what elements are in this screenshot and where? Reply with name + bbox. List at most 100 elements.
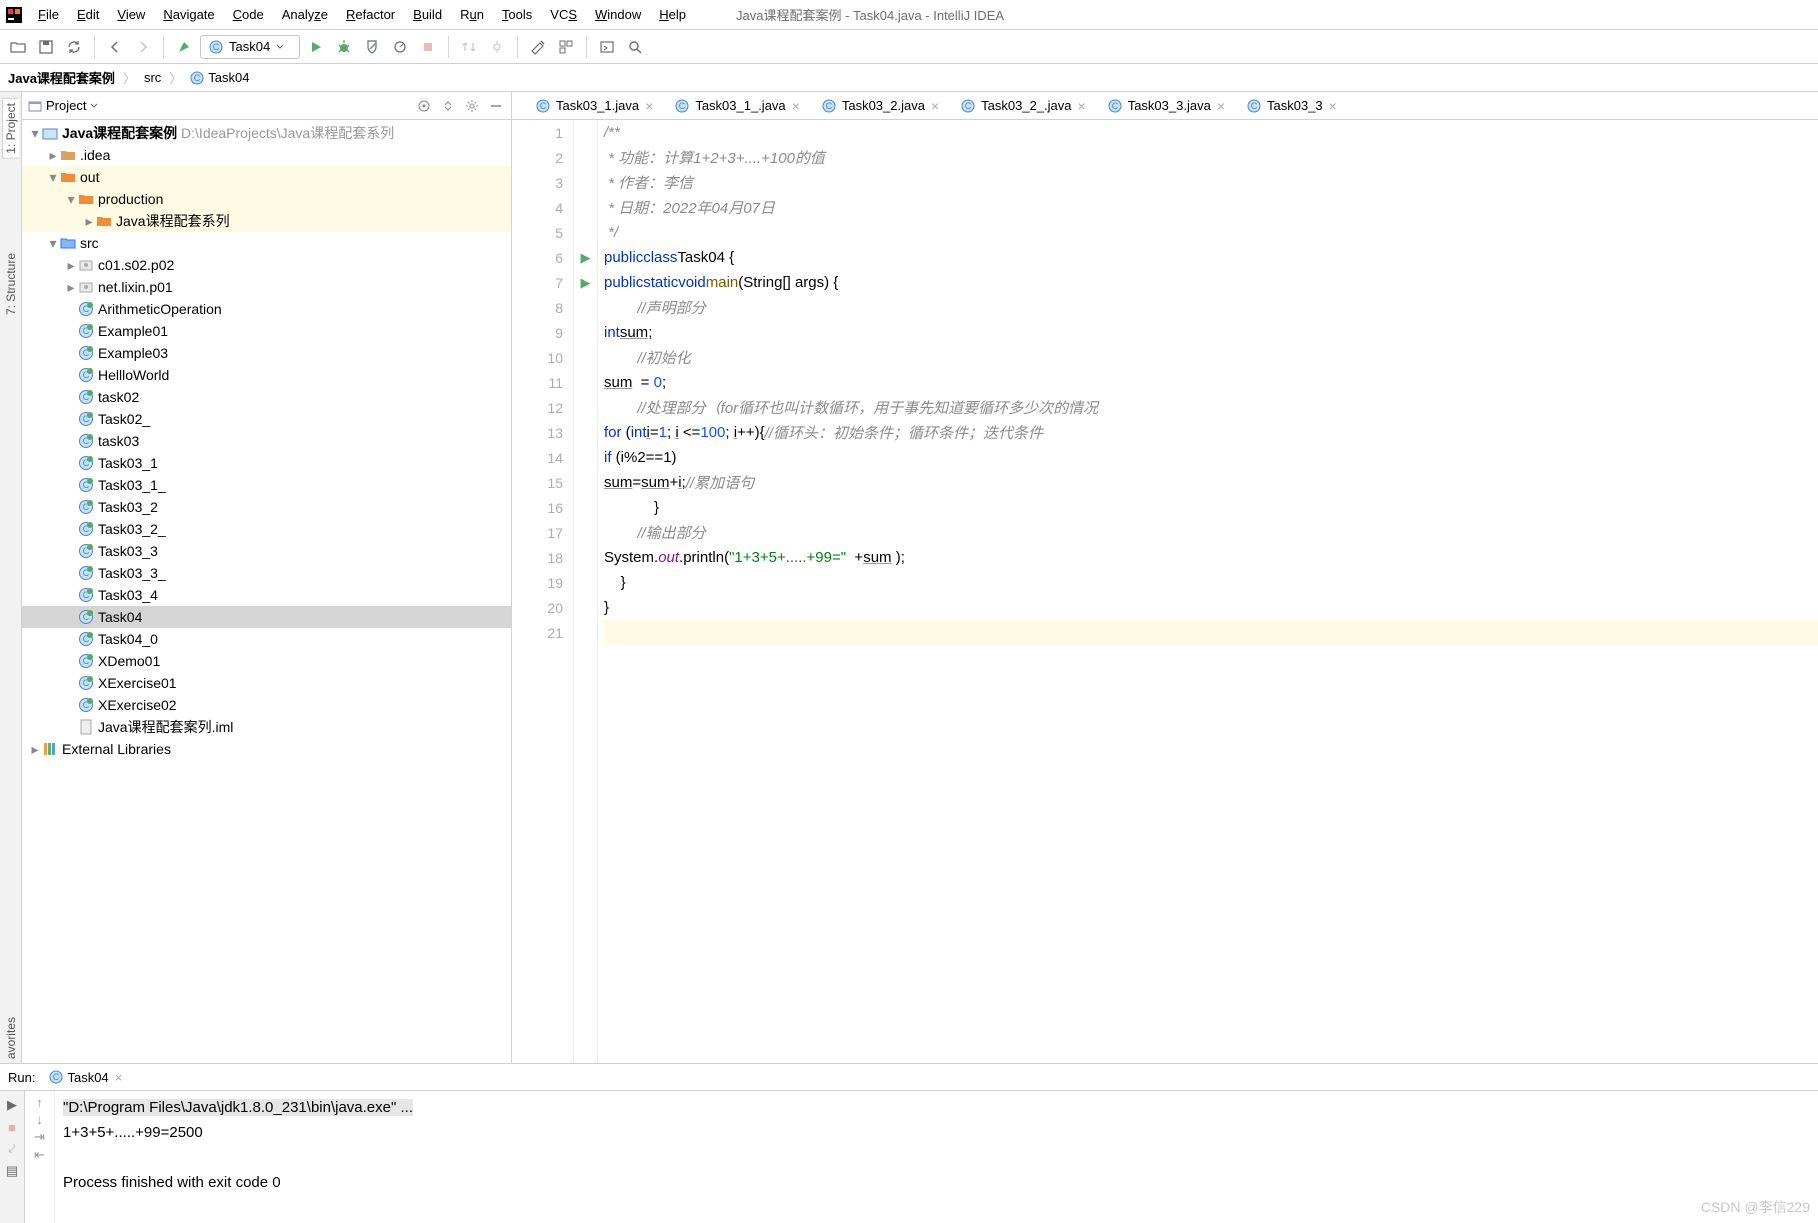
menu-run[interactable]: Run <box>452 4 492 25</box>
menu-analyze[interactable]: Analyze <box>274 4 336 25</box>
forward-icon[interactable] <box>131 35 155 59</box>
up-icon[interactable]: ↑ <box>36 1095 43 1110</box>
run-tab[interactable]: C Task04 × <box>43 1068 128 1087</box>
tree-file[interactable]: CExample01 <box>22 320 511 342</box>
tree-pkg1[interactable]: ▸c01.s02.p02 <box>22 254 511 276</box>
gear-icon[interactable] <box>463 97 481 115</box>
tree-prod-child[interactable]: ▸Java课程配套系列 <box>22 210 511 232</box>
side-tab-project[interactable]: 1: Project <box>2 98 19 159</box>
build-icon[interactable] <box>172 35 196 59</box>
menu-file[interactable]: File <box>30 4 67 25</box>
structure-icon[interactable] <box>554 35 578 59</box>
exit-icon[interactable]: ⤦ <box>2 1139 22 1159</box>
tree-production[interactable]: ▾production <box>22 188 511 210</box>
tree-file[interactable]: CTask03_1 <box>22 452 511 474</box>
side-tab-structure[interactable]: 7: Structure <box>3 249 19 319</box>
menu-tools[interactable]: Tools <box>494 4 540 25</box>
search-icon[interactable] <box>623 35 647 59</box>
editor-tab[interactable]: CTask03_2.java× <box>818 98 943 114</box>
profile-icon[interactable] <box>388 35 412 59</box>
editor-tab[interactable]: CTask03_3× <box>1243 98 1341 114</box>
close-icon[interactable]: × <box>792 98 800 114</box>
side-tab-favorites[interactable]: avorites <box>3 1013 19 1063</box>
line-gutter[interactable]: 123456789101112131415161718192021 <box>512 120 574 1063</box>
close-icon[interactable]: × <box>931 98 939 114</box>
layout-icon[interactable]: ▤ <box>2 1161 22 1181</box>
menu-view[interactable]: View <box>109 4 153 25</box>
tree-file[interactable]: CTask03_1_ <box>22 474 511 496</box>
tree-file[interactable]: CTask04 <box>22 606 511 628</box>
tree-file[interactable]: CArithmeticOperation <box>22 298 511 320</box>
debug-icon[interactable] <box>332 35 356 59</box>
menu-vcs[interactable]: VCS <box>542 4 585 25</box>
tree-pkg2[interactable]: ▸net.lixin.p01 <box>22 276 511 298</box>
back-icon[interactable] <box>103 35 127 59</box>
open-icon[interactable] <box>6 35 30 59</box>
stop-icon[interactable]: ■ <box>2 1117 22 1137</box>
tree-idea[interactable]: ▸.idea <box>22 144 511 166</box>
close-icon[interactable]: × <box>1217 98 1225 114</box>
tree-file[interactable]: CTask04_0 <box>22 628 511 650</box>
tree-file[interactable]: CTask02_ <box>22 408 511 430</box>
run-gutter-icon[interactable]: ▶ <box>574 270 597 295</box>
close-icon[interactable]: × <box>1078 98 1086 114</box>
tree-src[interactable]: ▾src <box>22 232 511 254</box>
tree-file[interactable]: CTask03_2_ <box>22 518 511 540</box>
crumb-file[interactable]: C Task04 <box>190 70 249 85</box>
sync-icon[interactable] <box>62 35 86 59</box>
crumb-src[interactable]: src <box>144 70 161 85</box>
tree-file[interactable]: CTask03_4 <box>22 584 511 606</box>
tree-file[interactable]: CXDemo01 <box>22 650 511 672</box>
settings-icon[interactable] <box>526 35 550 59</box>
coverage-icon[interactable] <box>360 35 384 59</box>
menu-navigate[interactable]: Navigate <box>155 4 222 25</box>
tree-out[interactable]: ▾out <box>22 166 511 188</box>
git-update-icon[interactable] <box>457 35 481 59</box>
project-tree[interactable]: ▾Java课程配套案例 D:\IdeaProjects\Java课程配套系列 ▸… <box>22 120 511 1063</box>
tree-file[interactable]: CXExercise01 <box>22 672 511 694</box>
run-gutter-icon[interactable]: ▶ <box>574 245 597 270</box>
editor-tab[interactable]: CTask03_3.java× <box>1104 98 1229 114</box>
tree-file[interactable]: CExample03 <box>22 342 511 364</box>
code-area[interactable]: /** * 功能：计算1+2+3+....+100的值 * 作者：李信 * 日期… <box>598 120 1818 1063</box>
tree-file[interactable]: CTask03_3_ <box>22 562 511 584</box>
tree-iml[interactable]: Java课程配套案列.iml <box>22 716 511 738</box>
crumb-root[interactable]: Java课程配套案例 <box>8 68 115 87</box>
save-icon[interactable] <box>34 35 58 59</box>
hide-icon[interactable] <box>487 97 505 115</box>
menu-refactor[interactable]: Refactor <box>338 4 403 25</box>
tree-file[interactable]: CTask03_3 <box>22 540 511 562</box>
tree-file[interactable]: Ctask03 <box>22 430 511 452</box>
menu-build[interactable]: Build <box>405 4 450 25</box>
select-opened-file-icon[interactable] <box>415 97 433 115</box>
editor-tab[interactable]: CTask03_1_.java× <box>671 98 804 114</box>
close-icon[interactable]: × <box>645 98 653 114</box>
rerun-icon[interactable]: ▶ <box>2 1095 22 1115</box>
editor-tab[interactable]: CTask03_2_.java× <box>957 98 1090 114</box>
scroll-end-icon[interactable]: ⇤ <box>34 1147 45 1163</box>
stop-icon[interactable] <box>416 35 440 59</box>
menu-help[interactable]: Help <box>651 4 694 25</box>
tree-ext-lib[interactable]: ▸External Libraries <box>22 738 511 760</box>
menu-window[interactable]: Window <box>587 4 649 25</box>
tree-file[interactable]: CXExercise02 <box>22 694 511 716</box>
git-commit-icon[interactable] <box>485 35 509 59</box>
close-icon[interactable]: × <box>1329 98 1337 114</box>
expand-all-icon[interactable] <box>439 97 457 115</box>
menu-edit[interactable]: Edit <box>69 4 107 25</box>
down-icon[interactable]: ↓ <box>36 1112 43 1127</box>
project-view-selector[interactable]: Project <box>28 98 98 113</box>
soft-wrap-icon[interactable]: ⇥ <box>34 1129 45 1145</box>
console-output[interactable]: "D:\Program Files\Java\jdk1.8.0_231\bin\… <box>55 1091 1818 1223</box>
tree-file[interactable]: Ctask02 <box>22 386 511 408</box>
run-icon[interactable] <box>304 35 328 59</box>
close-icon[interactable]: × <box>115 1070 123 1085</box>
run-config-selector[interactable]: C Task04 <box>200 35 300 59</box>
gutter-run-marks[interactable]: ▶ ▶ <box>574 120 598 1063</box>
run-anything-icon[interactable] <box>595 35 619 59</box>
menu-code[interactable]: Code <box>225 4 272 25</box>
tree-file[interactable]: CHellloWorld <box>22 364 511 386</box>
tree-file[interactable]: CTask03_2 <box>22 496 511 518</box>
tree-root[interactable]: ▾Java课程配套案例 D:\IdeaProjects\Java课程配套系列 <box>22 122 511 144</box>
editor-tab[interactable]: CTask03_1.java× <box>532 98 657 114</box>
